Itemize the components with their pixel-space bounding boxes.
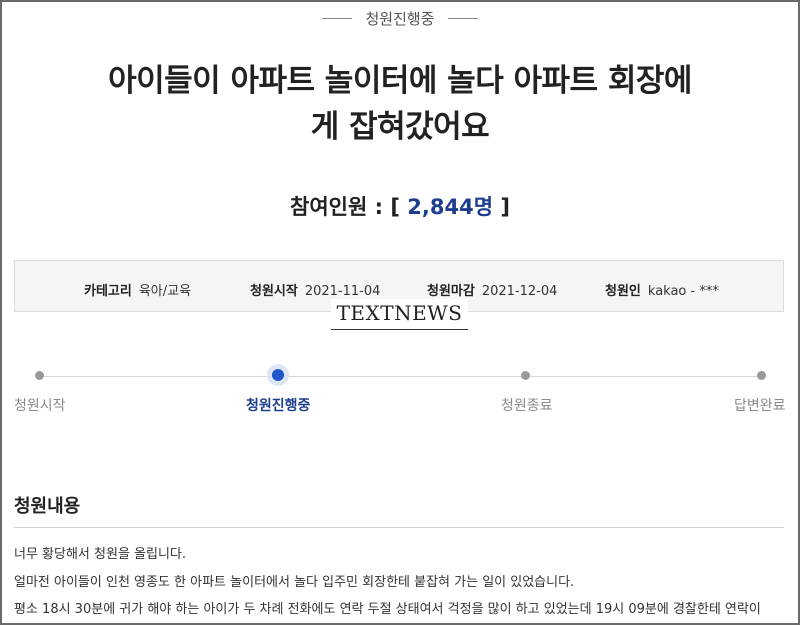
status-label: 청원진행중 [365, 10, 435, 28]
info-start-date: 청원시작 2021-11-04 [250, 280, 380, 299]
category-label: 카테고리 [84, 284, 132, 299]
author-value: kakao - *** [647, 284, 719, 299]
divider-left [322, 18, 353, 19]
participant-suffix: ] [493, 195, 510, 219]
start-date-label: 청원시작 [250, 284, 298, 299]
petition-body-line: 평소 18시 30분에 귀가 해야 하는 아이가 두 차례 전화에도 연락 두절… [14, 602, 761, 617]
timeline-dot-answered [757, 371, 766, 380]
timeline-dot-in-progress [272, 369, 284, 381]
petition-body-line: 얼마전 아이들이 인천 영종도 한 아파트 놀이터에서 놀다 입주민 회장한테 … [14, 575, 575, 590]
author-label: 청원인 [605, 284, 641, 299]
start-date-value: 2021-11-04 [304, 284, 381, 299]
petition-content-heading: 청원내용 [14, 496, 81, 517]
timeline-label-closed: 청원종료 [501, 398, 553, 414]
timeline-label-in-progress: 청원진행중 [246, 398, 311, 414]
info-end-date: 청원마감 2021-12-04 [427, 280, 557, 299]
end-date-value: 2021-12-04 [481, 284, 558, 299]
timeline-label-answered: 답변완료 [734, 398, 786, 414]
info-author: 청원인 kakao - *** [605, 280, 719, 299]
section-divider [14, 527, 784, 528]
timeline-dot-start [35, 371, 44, 380]
timeline-label-start: 청원시작 [14, 398, 66, 414]
category-value: 육아/교육 [138, 284, 192, 299]
petition-title: 아이들이 아파트 놀이터에 놀다 아파트 회장에 게 잡혀갔어요 [30, 58, 770, 150]
divider-right [447, 18, 478, 19]
progress-timeline [38, 376, 762, 377]
participant-number: 2,844명 [407, 195, 494, 219]
end-date-label: 청원마감 [427, 284, 475, 299]
petition-status-header: 청원진행중 [0, 8, 800, 29]
participant-prefix: 참여인원 : [ [290, 195, 408, 219]
info-category: 카테고리 육아/교육 [84, 280, 191, 299]
title-line-1: 아이들이 아파트 놀이터에 놀다 아파트 회장에 [108, 63, 692, 99]
timeline-dot-closed [521, 371, 530, 380]
title-line-2: 게 잡혀갔어요 [310, 109, 490, 145]
petition-body-line: 너무 황당해서 청원을 올립니다. [14, 547, 187, 562]
participant-count: 참여인원 : [ 2,844명 ] [0, 191, 800, 221]
textnews-watermark: TEXTNEWS [331, 299, 468, 330]
